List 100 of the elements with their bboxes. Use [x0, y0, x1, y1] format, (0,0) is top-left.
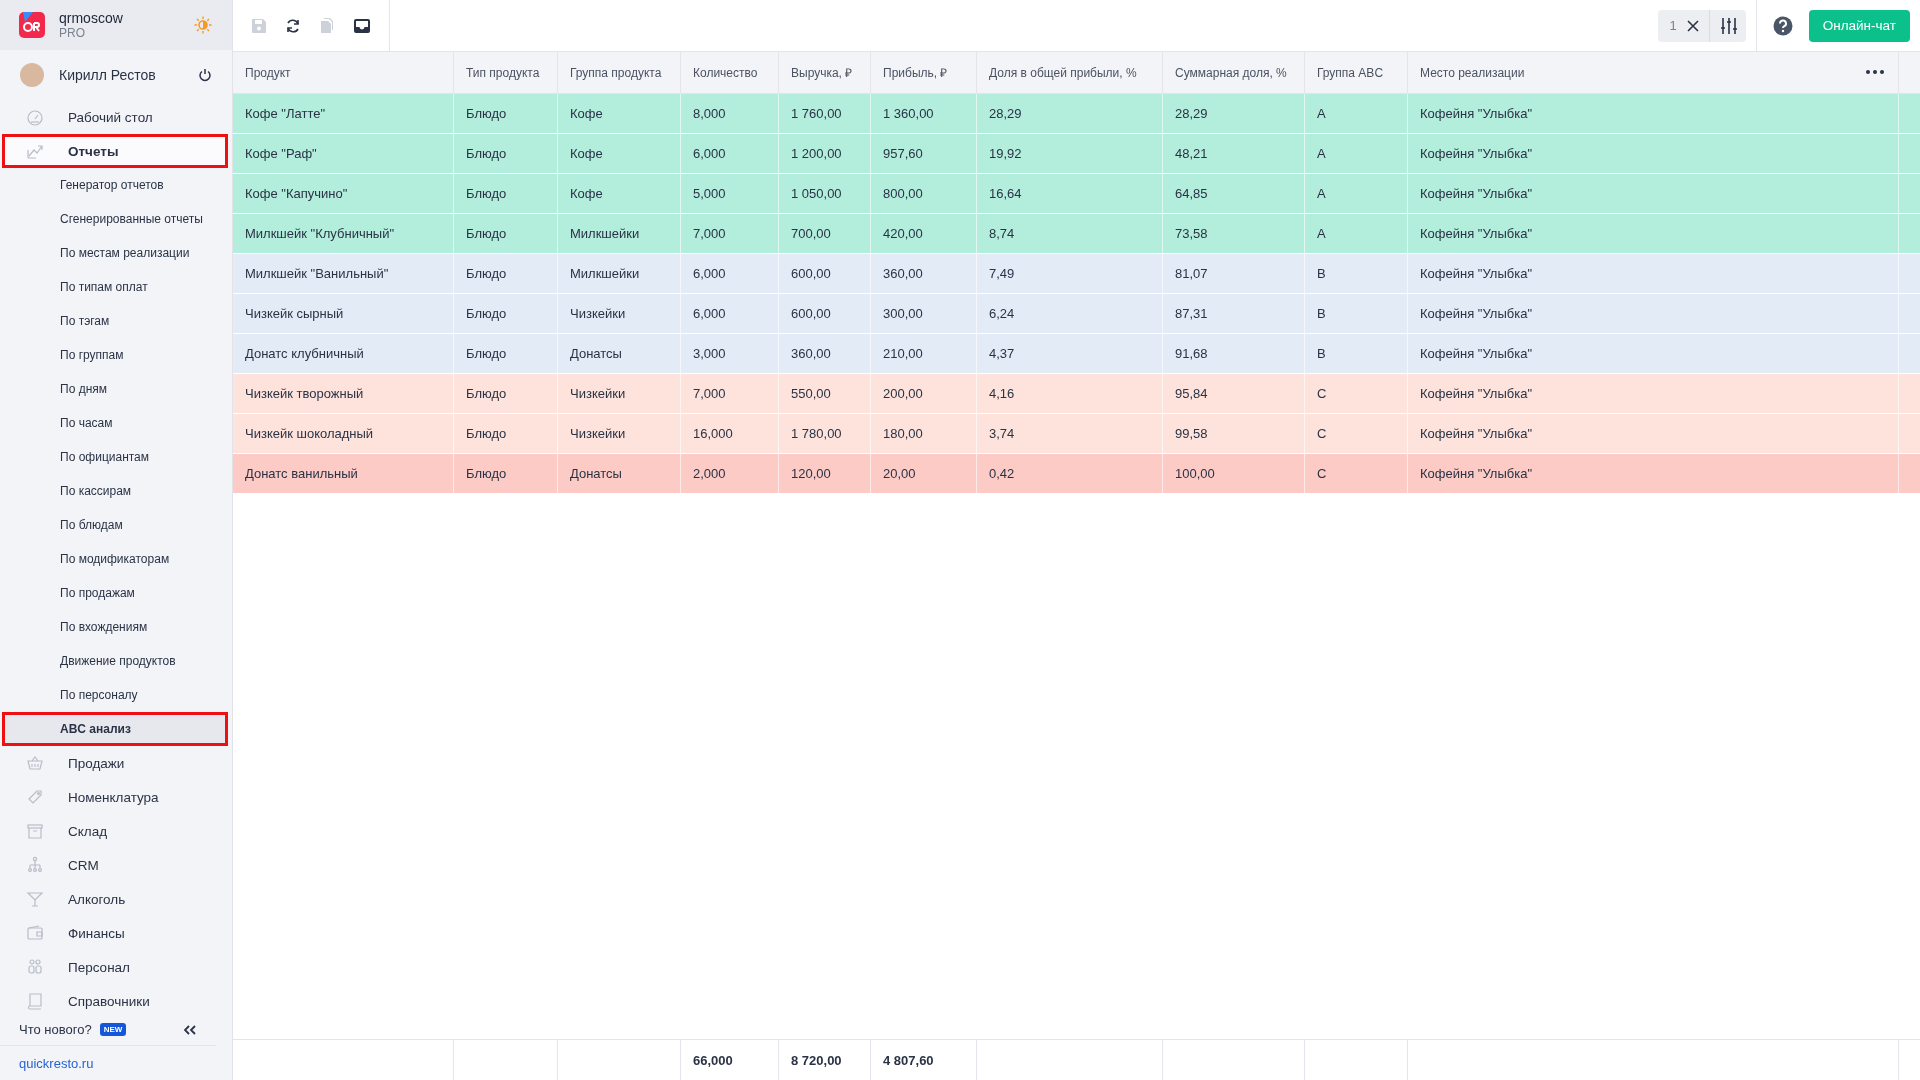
table-cell: Милкшейк "Ванильный" — [233, 254, 454, 293]
table-cell: 3,74 — [977, 414, 1163, 453]
nav-subitem[interactable]: По персоналу — [2, 678, 228, 712]
help-icon[interactable] — [1772, 15, 1793, 36]
table-cell: 200,00 — [871, 374, 977, 413]
total-value: 4 807,60 — [883, 1052, 934, 1068]
site-link[interactable]: quickresto.ru — [19, 1056, 94, 1071]
nav-subitem[interactable]: По продажам — [2, 576, 228, 610]
table-row[interactable]: Чизкейк творожный Блюдо Чизкейки 7,000 550,00 200,00 4,16 95,84 C Кофейня "Улыбка" — [233, 374, 1920, 414]
logo-icon — [19, 12, 45, 38]
inbox-icon[interactable] — [353, 17, 371, 34]
table-cell: 48,21 — [1163, 134, 1305, 173]
table-cell: 600,00 — [779, 294, 871, 333]
nav-item[interactable]: Финансы — [2, 916, 228, 950]
column-header[interactable]: Выручка, ₽ — [779, 52, 871, 93]
nav-subitem[interactable]: По официантам — [2, 440, 228, 474]
nav-subitem[interactable]: Сгенерированные отчеты — [2, 202, 228, 236]
table-cell: 7,000 — [681, 214, 779, 253]
table-cell: 6,000 — [681, 134, 779, 173]
nav-item[interactable]: Алкоголь — [2, 882, 228, 916]
nav-subitem[interactable]: По модификаторам — [2, 542, 228, 576]
nav-subitem[interactable]: По типам оплат — [2, 270, 228, 304]
nav-subitem[interactable]: Генератор отчетов — [2, 168, 228, 202]
more-icon[interactable] — [1866, 70, 1884, 74]
column-header[interactable]: Количество — [681, 52, 779, 93]
table-row[interactable]: Кофе "Капучино" Блюдо Кофе 5,000 1 050,00 800,00 16,64 64,85 A Кофейня "Улыбка" — [233, 174, 1920, 214]
table-cell: 81,07 — [1163, 254, 1305, 293]
table-row[interactable]: Милкшейк "Ванильный" Блюдо Милкшейки 6,000 600,00 360,00 7,49 81,07 B Кофейня "Улыбка" — [233, 254, 1920, 294]
table-cell: 7,49 — [977, 254, 1163, 293]
column-header[interactable]: Тип продукта — [454, 52, 558, 93]
nav-subitem[interactable]: По тэгам — [2, 304, 228, 338]
table-cell: 3,000 — [681, 334, 779, 373]
table-cell: Кофе "Капучино" — [233, 174, 454, 213]
table-cell: 360,00 — [871, 254, 977, 293]
table-cell: Кофейня "Улыбка" — [1408, 254, 1899, 293]
table-cell: Кофейня "Улыбка" — [1408, 414, 1899, 453]
nav-item[interactable]: Номенклатура — [2, 780, 228, 814]
close-icon[interactable] — [1686, 19, 1699, 32]
table-cell: 180,00 — [871, 414, 977, 453]
table-cell: 700,00 — [779, 214, 871, 253]
theme-toggle-icon[interactable] — [194, 16, 212, 34]
nav-item[interactable]: Отчеты — [2, 134, 228, 168]
nav-item[interactable]: Рабочий стол — [2, 100, 228, 134]
nav-subitem[interactable]: ABC анализ — [2, 712, 228, 746]
table-row[interactable]: Милкшейк "Клубничный" Блюдо Милкшейки 7,000 700,00 420,00 8,74 73,58 A Кофейня "Улыбка" — [233, 214, 1920, 254]
table-row[interactable]: Чизкейк сырный Блюдо Чизкейки 6,000 600,00 300,00 6,24 87,31 B Кофейня "Улыбка" — [233, 294, 1920, 334]
nav-subitem[interactable]: По вхождениям — [2, 610, 228, 644]
table-cell: Кофейня "Улыбка" — [1408, 454, 1899, 493]
plan-label: PRO — [59, 26, 86, 40]
table-cell: 210,00 — [871, 334, 977, 373]
nav-item[interactable]: Продажи — [2, 746, 228, 780]
table-cell: A — [1305, 174, 1408, 213]
table-cell: A — [1305, 94, 1408, 133]
table-row[interactable]: Кофе "Латте" Блюдо Кофе 8,000 1 760,00 1 360,00 28,29 28,29 A Кофейня "Улыбка" — [233, 94, 1920, 134]
table-cell: 87,31 — [1163, 294, 1305, 333]
table-cell: Чизкейк творожный — [233, 374, 454, 413]
table-cell: 1 050,00 — [779, 174, 871, 213]
refresh-icon[interactable] — [285, 17, 301, 34]
table-row[interactable]: Донатс ванильный Блюдо Донатсы 2,000 120,00 20,00 0,42 100,00 C Кофейня "Улыбка" — [233, 454, 1920, 494]
column-header[interactable]: Прибыль, ₽ — [871, 52, 977, 93]
nav-subitem[interactable]: По дням — [2, 372, 228, 406]
table-cell: Кофе — [558, 94, 681, 133]
table-cell: 95,84 — [1163, 374, 1305, 413]
table-cell: Блюдо — [454, 254, 558, 293]
nav-subitem[interactable]: По часам — [2, 406, 228, 440]
table-cell: 0,42 — [977, 454, 1163, 493]
table-cell: 1 200,00 — [779, 134, 871, 173]
table-row[interactable]: Донатс клубничный Блюдо Донатсы 3,000 360,00 210,00 4,37 91,68 B Кофейня "Улыбка" — [233, 334, 1920, 374]
table-row[interactable]: Кофе "Раф" Блюдо Кофе 6,000 1 200,00 957,60 19,92 48,21 A Кофейня "Улыбка" — [233, 134, 1920, 174]
whats-new-link[interactable]: Что нового? — [19, 1022, 92, 1037]
table-cell: 28,29 — [977, 94, 1163, 133]
nav-subitem[interactable]: Движение продуктов — [2, 644, 228, 678]
column-header[interactable]: Группа продукта — [558, 52, 681, 93]
table-cell: 5,000 — [681, 174, 779, 213]
column-header[interactable]: Суммарная доля, % — [1163, 52, 1305, 93]
nav-subitem[interactable]: По группам — [2, 338, 228, 372]
table-cell: 6,000 — [681, 294, 779, 333]
column-header[interactable]: Группа ABC — [1305, 52, 1408, 93]
sliders-icon[interactable] — [1719, 16, 1738, 35]
box-icon — [26, 822, 44, 840]
power-icon[interactable] — [198, 68, 212, 82]
column-header[interactable]: Продукт — [233, 52, 454, 93]
table-cell: Блюдо — [454, 94, 558, 133]
nav-subitem[interactable]: По местам реализации — [2, 236, 228, 270]
collapse-icon[interactable] — [184, 1024, 196, 1035]
nav-item[interactable]: Персонал — [2, 950, 228, 984]
total-value: 66,000 — [693, 1052, 733, 1068]
table-cell: Чизкейк шоколадный — [233, 414, 454, 453]
nav-item[interactable]: CRM — [2, 848, 228, 882]
table-cell: Блюдо — [454, 294, 558, 333]
nav-subitem[interactable]: По блюдам — [2, 508, 228, 542]
nav-item[interactable]: Склад — [2, 814, 228, 848]
table-row[interactable]: Чизкейк шоколадный Блюдо Чизкейки 16,000 1 780,00 180,00 3,74 99,58 C Кофейня "Улыбка" — [233, 414, 1920, 454]
table-cell: Донатс клубничный — [233, 334, 454, 373]
table-cell: Милкшейки — [558, 214, 681, 253]
nav-item[interactable]: Справочники — [2, 984, 228, 1018]
table-cell: Кофейня "Улыбка" — [1408, 134, 1899, 173]
table-cell: Чизкейки — [558, 374, 681, 413]
column-header[interactable]: Доля в общей прибыли, % — [977, 52, 1163, 93]
nav-subitem[interactable]: По кассирам — [2, 474, 228, 508]
